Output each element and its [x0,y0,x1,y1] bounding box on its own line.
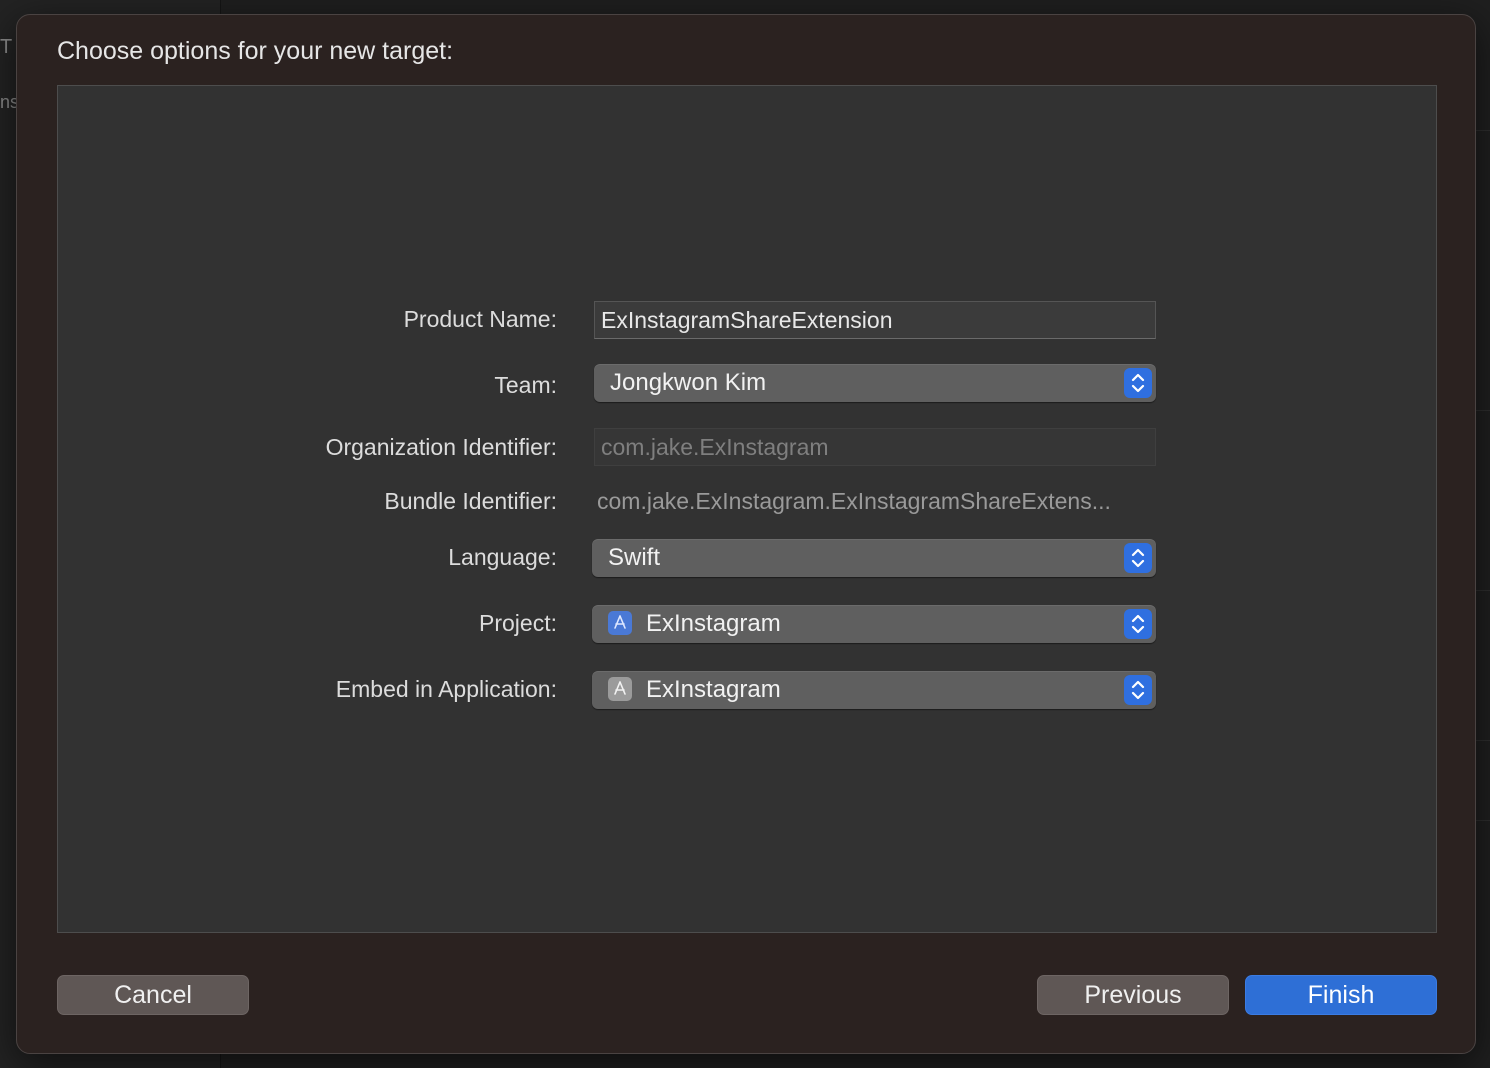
project-popup-value: ExInstagram [646,610,781,637]
background-divider [1476,590,1490,591]
organization-identifier-field[interactable]: com.jake.ExInstagram [594,428,1156,466]
background-divider [1476,410,1490,411]
chevron-up-down-icon [1124,543,1152,573]
team-popup-value: Jongkwon Kim [610,369,767,396]
language-popup-value: Swift [608,544,661,571]
background-divider [1476,130,1490,131]
team-label: Team: [494,372,557,398]
chevron-up-down-icon [1124,675,1152,705]
embed-in-application-popup-value: ExInstagram [646,676,781,703]
language-label: Language: [448,544,557,570]
finish-button[interactable]: Finish [1245,975,1437,1015]
project-label: Project: [479,610,557,636]
xcode-project-icon [608,610,632,635]
previous-button[interactable]: Previous [1037,975,1229,1015]
options-panel: Product Name: ExInstagramShareExtension … [57,85,1437,933]
app-icon [608,676,632,701]
sheet-title: Choose options for your new target: [57,37,454,65]
background-edge-text: T [0,36,13,58]
background-divider [1476,740,1490,741]
organization-identifier-label: Organization Identifier: [325,434,557,460]
chevron-up-down-icon [1124,368,1152,398]
bundle-identifier-value: com.jake.ExInstagram.ExInstagramShareExt… [597,488,1111,514]
product-name-label: Product Name: [403,306,557,332]
project-popup[interactable]: ExInstagram [592,605,1156,643]
background-divider [1476,820,1490,821]
new-target-options-sheet: Choose options for your new target: Prod… [16,14,1476,1054]
language-popup[interactable]: Swift [592,539,1156,577]
embed-in-application-label: Embed in Application: [335,676,557,702]
cancel-button[interactable]: Cancel [57,975,249,1015]
team-popup[interactable]: Jongkwon Kim [594,364,1156,402]
bundle-identifier-label: Bundle Identifier: [384,488,557,514]
product-name-field[interactable]: ExInstagramShareExtension [594,301,1156,339]
chevron-up-down-icon [1124,609,1152,639]
embed-in-application-popup[interactable]: ExInstagram [592,671,1156,709]
